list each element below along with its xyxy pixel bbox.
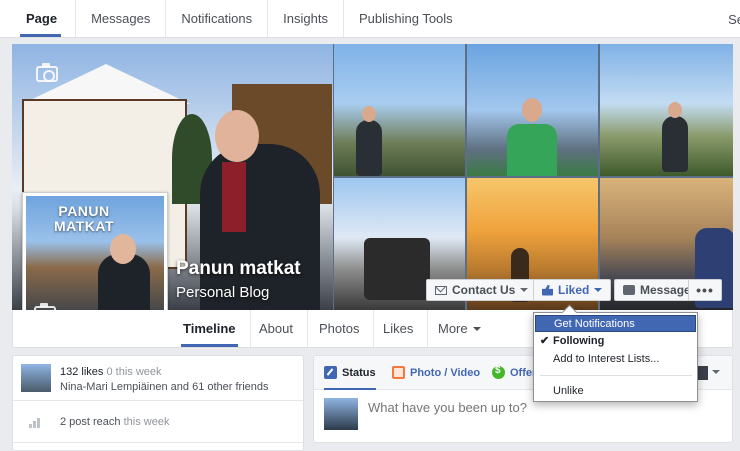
friend-avatar[interactable]: [21, 364, 51, 392]
tab-more-label: More: [438, 321, 468, 336]
chevron-down-icon: [472, 326, 481, 331]
likes-count[interactable]: 132 likes 0 this week: [60, 366, 162, 378]
card-divider: [13, 400, 303, 401]
cover-tile-1: [334, 44, 465, 176]
page-category[interactable]: Personal Blog: [176, 284, 269, 301]
tile-person-head: [668, 102, 682, 118]
chevron-down-icon: [594, 288, 603, 292]
menu-item-add-to-interest-lists[interactable]: Add to Interest Lists...: [535, 350, 696, 367]
pencil-icon: [324, 366, 337, 379]
chevron-down-icon[interactable]: [712, 370, 720, 374]
profile-logo-text: PANUN MATKAT: [54, 203, 115, 234]
tile-person: [507, 124, 557, 176]
menu-item-get-notifications[interactable]: Get Notifications: [535, 315, 696, 332]
composer-tab-offer[interactable]: Offer: [492, 356, 536, 389]
friends-who-like[interactable]: Nina-Mari Lempiäinen and 61 other friend…: [60, 381, 269, 393]
menu-item-following-label: Following: [553, 334, 605, 347]
tile-locomotive: [364, 238, 430, 300]
chevron-down-icon: [520, 288, 529, 292]
tile-person-head: [522, 98, 542, 122]
page-admin-nav: Page Messages Notifications Insights Pub…: [0, 0, 740, 38]
tab-messages[interactable]: Messages: [76, 0, 167, 37]
check-icon: ✔: [540, 335, 550, 347]
post-reach[interactable]: 2 post reach this week: [60, 416, 169, 428]
liked-dropdown-menu: Get Notifications ✔ Following Add to Int…: [533, 312, 698, 402]
tile-person: [662, 116, 688, 172]
tab-settings-cut[interactable]: Se: [728, 0, 740, 38]
likes-count-value: 132 likes: [60, 366, 104, 378]
page-stats-card: 132 likes 0 this week Nina-Mari Lempiäin…: [12, 355, 304, 451]
tab-more[interactable]: More: [424, 310, 495, 347]
composer-tab-status[interactable]: Status: [324, 356, 376, 390]
photo-icon: [392, 366, 405, 379]
card-divider: [13, 442, 303, 443]
offer-icon: [492, 365, 505, 379]
cover-tile-3: [600, 44, 733, 176]
tab-likes[interactable]: Likes: [369, 310, 429, 347]
message-button[interactable]: Message: [614, 279, 700, 301]
menu-divider: [540, 375, 692, 376]
post-reach-week: this week: [123, 416, 170, 428]
reach-bars-icon: [29, 416, 43, 428]
post-reach-value: 2 post reach: [60, 416, 121, 428]
more-options-button[interactable]: •••: [688, 279, 722, 301]
thumbs-up-icon: [542, 284, 553, 296]
status-input[interactable]: [368, 400, 708, 415]
tab-photos[interactable]: Photos: [305, 310, 375, 347]
profile-person-head: [110, 234, 136, 264]
menu-item-following[interactable]: ✔ Following: [535, 332, 696, 349]
tile-person-head: [362, 106, 376, 122]
change-cover-camera-icon[interactable]: [36, 63, 58, 82]
composer-tab-photo-label: Photo / Video: [410, 366, 481, 379]
likes-this-week: 0 this week: [106, 366, 162, 378]
person-head: [215, 110, 259, 162]
menu-item-unlike[interactable]: Unlike: [535, 382, 696, 399]
tile-person: [356, 120, 382, 176]
contact-us-label: Contact Us: [452, 283, 516, 297]
composer-tab-status-label: Status: [342, 366, 376, 379]
cover-tile-2: [467, 44, 598, 176]
tab-about[interactable]: About: [245, 310, 308, 347]
tab-publishing-tools[interactable]: Publishing Tools: [344, 0, 468, 37]
avatar: [324, 398, 358, 430]
person-scarf: [222, 162, 246, 232]
liked-label: Liked: [558, 283, 590, 297]
tab-timeline[interactable]: Timeline: [169, 310, 251, 347]
tab-notifications[interactable]: Notifications: [166, 0, 269, 37]
profile-picture-image: PANUN MATKAT: [26, 196, 164, 326]
message-icon: [623, 285, 635, 295]
mail-icon: [435, 285, 447, 295]
contact-us-button[interactable]: Contact Us: [426, 279, 538, 301]
page-title[interactable]: Panun matkat: [176, 258, 301, 280]
more-dots-icon: •••: [696, 282, 714, 298]
tab-page[interactable]: Page: [0, 0, 77, 37]
tab-insights[interactable]: Insights: [268, 0, 344, 37]
composer-tab-photo-video[interactable]: Photo / Video: [392, 356, 480, 389]
message-label: Message: [640, 283, 691, 297]
liked-button[interactable]: Liked: [533, 279, 612, 301]
